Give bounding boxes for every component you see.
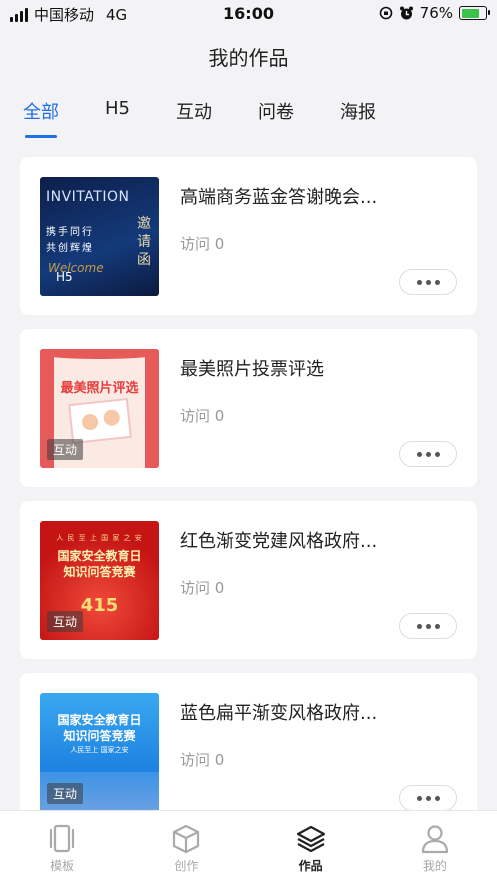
more-button[interactable]: [399, 613, 457, 639]
tabbar-mine[interactable]: 我的: [373, 811, 497, 883]
dot-icon: [425, 623, 431, 629]
thumb-heading: 国家安全教育日: [57, 549, 142, 563]
type-badge: 互动: [47, 783, 84, 804]
more-button[interactable]: [399, 785, 457, 811]
thumb-heading: 知识问答竞赛: [63, 729, 136, 743]
thumb-heading: INVITATION: [46, 189, 130, 205]
work-card[interactable]: 最美照片评选 互动 最美照片投票评选 访问 0: [20, 329, 477, 487]
dot-icon: [416, 279, 422, 285]
dot-icon: [434, 451, 440, 457]
battery-percent: 76%: [419, 4, 453, 22]
tab-h5[interactable]: H5: [105, 98, 130, 138]
type-badge: 互动: [47, 439, 84, 460]
face-illustration: [81, 413, 99, 431]
dot-icon: [425, 451, 431, 457]
dot-icon: [434, 623, 440, 629]
thumb-line: 共创辉煌: [46, 243, 94, 254]
dot-icon: [434, 795, 440, 801]
face-illustration: [102, 408, 121, 427]
bottom-tab-bar: 模板 创作 作品 我的: [0, 810, 497, 883]
user-icon: [421, 825, 448, 854]
more-button[interactable]: [399, 269, 457, 295]
tabbar-label: 作品: [298, 859, 323, 873]
thumb-subheading: 人 民 至 上 国 家 之 安: [56, 534, 143, 542]
alarm-icon: [399, 6, 413, 19]
thumb-line: 携手同行: [46, 227, 94, 238]
work-title[interactable]: 高端商务蓝金答谢晚会...: [180, 183, 377, 209]
more-button[interactable]: [399, 441, 457, 467]
rotation-lock-icon: [379, 6, 392, 20]
dot-icon: [416, 451, 422, 457]
type-badge: 互动: [47, 611, 84, 632]
layers-icon: [296, 825, 325, 853]
status-right: 76%: [379, 4, 490, 22]
status-bar: 中国移动 4G 16:00 76%: [0, 0, 497, 28]
work-thumbnail[interactable]: 最美照片评选 互动: [40, 349, 159, 468]
cube-icon: [173, 824, 200, 854]
tabbar-create[interactable]: 创作: [124, 811, 248, 883]
tabbar-templates[interactable]: 模板: [0, 811, 124, 883]
dot-icon: [416, 623, 422, 629]
work-visits: 访问 0: [180, 751, 225, 769]
work-card[interactable]: 人 民 至 上 国 家 之 安 国家安全教育日 知识问答竞赛 415 互动 红色…: [20, 501, 477, 659]
thumb-heading: 国家安全教育日: [57, 713, 142, 727]
work-title[interactable]: 最美照片投票评选: [180, 355, 324, 381]
tab-all[interactable]: 全部: [23, 98, 59, 138]
work-visits: 访问 0: [180, 235, 225, 253]
battery-icon: [459, 6, 490, 20]
works-list: INVITATION 携手同行 共创辉煌 邀请函 Welcome H5 高端商务…: [20, 157, 477, 845]
work-thumbnail[interactable]: 人 民 至 上 国 家 之 安 国家安全教育日 知识问答竞赛 415 互动: [40, 521, 159, 640]
filter-tabs: 全部 H5 互动 问卷 海报: [23, 98, 422, 138]
tabbar-label: 我的: [422, 859, 447, 873]
tabbar-works[interactable]: 作品: [249, 811, 373, 883]
work-visits: 访问 0: [180, 407, 225, 425]
work-card[interactable]: INVITATION 携手同行 共创辉煌 邀请函 Welcome H5 高端商务…: [20, 157, 477, 315]
tabbar-label: 创作: [174, 859, 199, 873]
curtain-top: [40, 349, 159, 359]
work-thumbnail[interactable]: INVITATION 携手同行 共创辉煌 邀请函 Welcome H5: [40, 177, 159, 296]
tab-poster[interactable]: 海报: [340, 98, 376, 138]
phone-template-icon: [50, 824, 75, 853]
work-title[interactable]: 蓝色扁平渐变风格政府...: [180, 699, 377, 725]
work-title[interactable]: 红色渐变党建风格政府...: [180, 527, 377, 553]
work-thumbnail[interactable]: 国家安全教育日 知识问答竞赛 人民至上 国家之安 互动: [40, 693, 159, 812]
dot-icon: [425, 795, 431, 801]
page-title: 我的作品: [208, 46, 289, 70]
type-badge: H5: [56, 270, 73, 284]
dot-icon: [425, 279, 431, 285]
thumb-heading: 最美照片评选: [60, 381, 139, 396]
curtain-right: [145, 349, 159, 468]
tabbar-label: 模板: [50, 859, 75, 873]
photo-illustration: [68, 397, 132, 445]
tab-interactive[interactable]: 互动: [176, 98, 212, 138]
work-visits: 访问 0: [180, 579, 225, 597]
dot-icon: [416, 795, 422, 801]
thumb-heading: 知识问答竞赛: [63, 565, 136, 579]
tab-survey[interactable]: 问卷: [258, 98, 294, 138]
thumb-vertical-text: 邀请函: [137, 216, 151, 268]
thumb-subheading: 人民至上 国家之安: [70, 746, 129, 754]
work-card[interactable]: 国家安全教育日 知识问答竞赛 人民至上 国家之安 互动 蓝色扁平渐变风格政府..…: [20, 673, 477, 831]
dot-icon: [434, 279, 440, 285]
